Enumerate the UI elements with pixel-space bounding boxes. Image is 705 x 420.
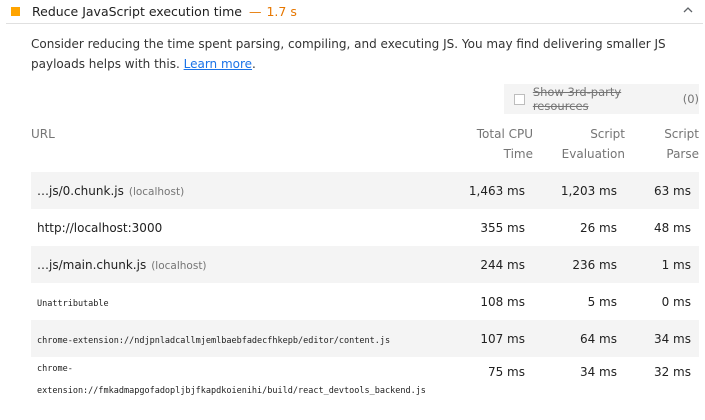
url-cell: …js/main.chunk.js (localhost) bbox=[31, 246, 451, 283]
total-cpu-cell: 107 ms bbox=[451, 320, 533, 357]
total-cpu-cell: 108 ms bbox=[480, 294, 525, 309]
script-parse-cell: 48 ms bbox=[653, 220, 691, 235]
audit-value: 1.7 s bbox=[266, 4, 297, 19]
total-cpu-cell: 244 ms bbox=[451, 246, 533, 283]
third-party-filter[interactable]: Show 3rd-party resources (0) bbox=[504, 84, 699, 114]
table-header-row: URL Total CPU Time Script Evaluation Scrip… bbox=[31, 124, 699, 172]
url-cell: Unattributable bbox=[31, 283, 451, 320]
header-script-eval-line2: Evaluation bbox=[561, 147, 625, 161]
header-script-parse: Script Parse bbox=[625, 124, 699, 172]
header-total-cpu: Total CPU Time bbox=[451, 124, 533, 172]
third-party-label: Show 3rd-party resources bbox=[532, 85, 622, 113]
script-eval-cell: 34 ms bbox=[579, 365, 617, 379]
table-row: Unattributable 108 ms 5 ms 0 ms bbox=[31, 283, 699, 320]
audit-dash: — bbox=[248, 4, 262, 19]
header-script-parse-line1: Script bbox=[664, 127, 699, 141]
url-link-line1[interactable]: chrome- bbox=[37, 364, 73, 374]
url-host: (localhost) bbox=[128, 185, 185, 198]
audit-header[interactable]: Reduce JavaScript execution time — 1.7 s bbox=[6, 0, 703, 24]
header-url: URL bbox=[31, 124, 451, 172]
script-parse-cell: 1 ms bbox=[625, 246, 699, 283]
url-cell: chrome-extension://ndjpnladcallmjemlbaeb… bbox=[31, 320, 451, 357]
url-text: Unattributable bbox=[37, 298, 109, 309]
script-eval-cell: 26 ms bbox=[579, 220, 617, 235]
header-script-eval: Script Evaluation bbox=[533, 124, 625, 172]
table-row: chrome-extension://fmkadmapgofadopljbjfk… bbox=[31, 357, 699, 401]
audit-description: Consider reducing the time spent parsing… bbox=[31, 34, 686, 74]
url-cell: …js/0.chunk.js (localhost) bbox=[31, 172, 451, 209]
script-parse-cell: 34 ms bbox=[625, 320, 699, 357]
script-eval-cell: 64 ms bbox=[533, 320, 625, 357]
url-link[interactable]: http://localhost:3000 bbox=[37, 221, 162, 235]
table-row: http://localhost:3000 355 ms 26 ms 48 ms bbox=[31, 209, 699, 246]
url-link[interactable]: …js/0.chunk.js bbox=[37, 184, 124, 198]
header-url-label: URL bbox=[31, 127, 55, 141]
script-parse-cell: 0 ms bbox=[661, 294, 691, 309]
warning-square-icon bbox=[11, 7, 20, 16]
script-parse-cell: 63 ms bbox=[625, 172, 699, 209]
description-period: . bbox=[252, 57, 256, 71]
audit-title: Reduce JavaScript execution time bbox=[32, 4, 242, 19]
learn-more-link[interactable]: Learn more bbox=[184, 57, 252, 71]
table-row: chrome-extension://ndjpnladcallmjemlbaeb… bbox=[31, 320, 699, 357]
table-row: …js/main.chunk.js (localhost) 244 ms 236 … bbox=[31, 246, 699, 283]
script-eval-cell: 236 ms bbox=[533, 246, 625, 283]
header-total-cpu-line1: Total CPU bbox=[476, 127, 533, 141]
total-cpu-cell: 75 ms bbox=[487, 365, 525, 379]
description-text: Consider reducing the time spent parsing… bbox=[31, 37, 666, 71]
script-eval-cell: 1,203 ms bbox=[533, 172, 625, 209]
url-link-line2[interactable]: extension://fmkadmapgofadopljbjfkapdkoie… bbox=[37, 386, 426, 396]
header-script-parse-line2: Parse bbox=[666, 147, 699, 161]
chevron-up-icon[interactable] bbox=[681, 3, 695, 17]
script-parse-cell: 32 ms bbox=[653, 365, 691, 379]
url-host: (localhost) bbox=[151, 259, 207, 272]
url-cell: http://localhost:3000 bbox=[31, 209, 451, 246]
script-eval-cell: 5 ms bbox=[587, 294, 617, 309]
script-table: URL Total CPU Time Script Evaluation Scrip… bbox=[31, 124, 699, 401]
total-cpu-cell: 1,463 ms bbox=[451, 172, 533, 209]
total-cpu-cell: 355 ms bbox=[480, 220, 525, 235]
table-row: …js/0.chunk.js (localhost) 1,463 ms 1,203… bbox=[31, 172, 699, 209]
url-link[interactable]: chrome-extension://ndjpnladcallmjemlbaeb… bbox=[37, 336, 390, 346]
header-script-eval-line1: Script bbox=[590, 127, 625, 141]
header-total-cpu-line2: Time bbox=[503, 147, 533, 161]
third-party-count: (0) bbox=[682, 92, 699, 106]
url-link[interactable]: …js/main.chunk.js bbox=[37, 258, 146, 272]
url-cell: chrome-extension://fmkadmapgofadopljbjfk… bbox=[31, 357, 451, 401]
third-party-checkbox[interactable] bbox=[514, 93, 525, 105]
